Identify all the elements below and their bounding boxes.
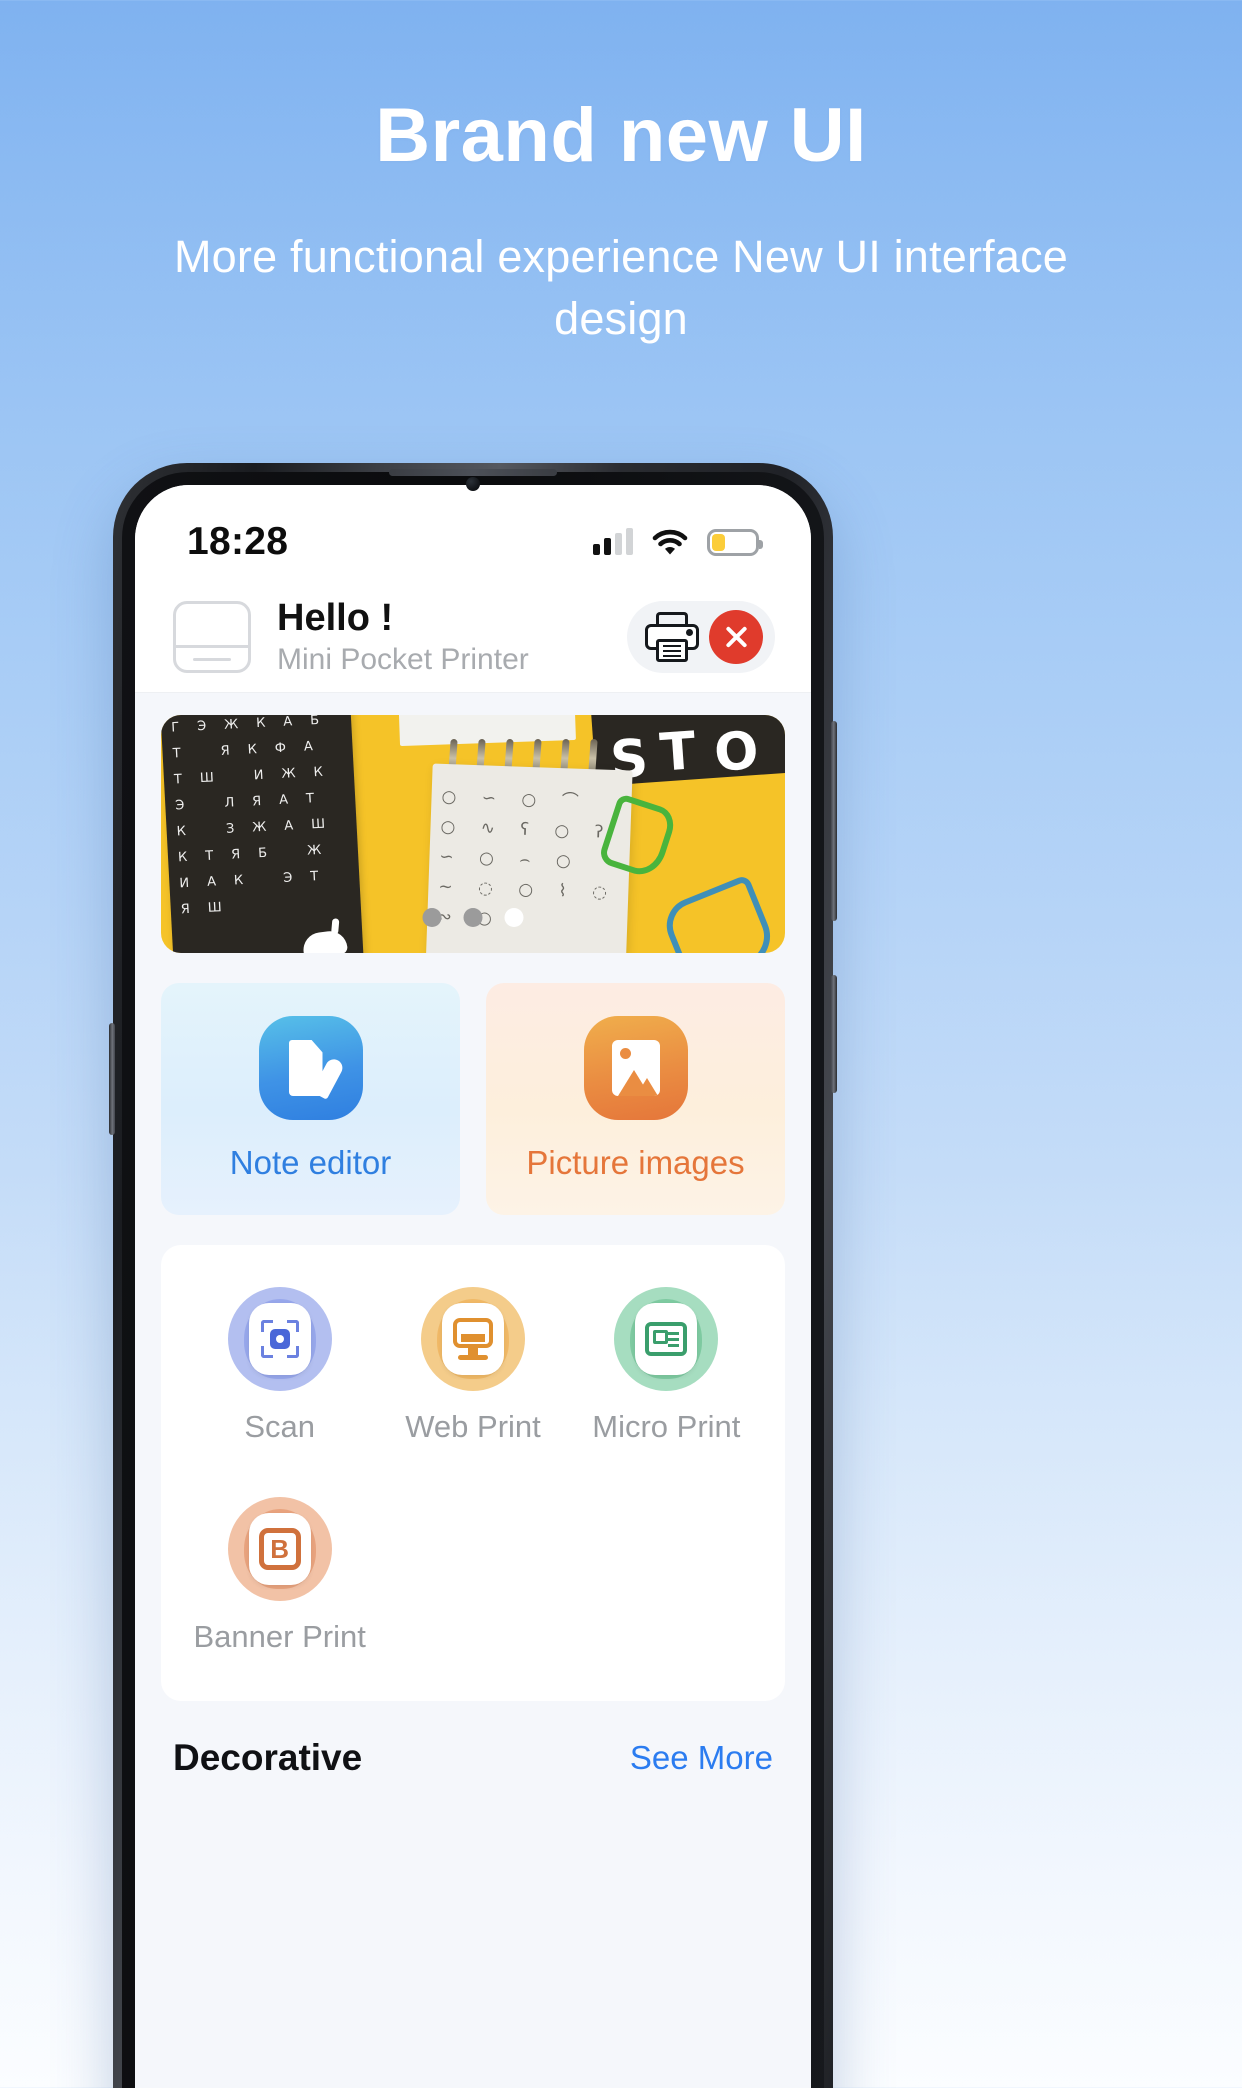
- status-time: 18:28: [187, 520, 289, 563]
- battery-icon: [707, 528, 763, 556]
- device-name: Mini Pocket Printer: [277, 643, 529, 677]
- signal-bars-icon: [593, 528, 633, 555]
- picture-images-label: Picture images: [526, 1144, 745, 1181]
- tools-card: Scan Web Print Micro Print B Banner Prin…: [161, 1245, 785, 1701]
- hero-banner[interactable]: ГЭЖКАБТ ЯКФАТШ ИЖКЭ ЛЯАТК ЗЖАШ КТЯБ ЖИАК…: [161, 715, 785, 953]
- micro-print-icon: [614, 1287, 719, 1391]
- header-text: Hello ! Mini Pocket Printer: [277, 596, 627, 678]
- printer-device-icon: [173, 600, 251, 673]
- web-print-label: Web Print: [405, 1409, 541, 1444]
- banner-print-icon: B: [227, 1497, 332, 1601]
- front-camera-icon: [466, 477, 480, 491]
- tool-scan[interactable]: Scan: [183, 1287, 376, 1445]
- phone-bezel: 18:28 Hello ! Mini Pocket Printer ГЭЖКАБ…: [122, 469, 824, 2088]
- app-header: Hello ! Mini Pocket Printer: [135, 581, 811, 693]
- tools-grid: Scan Web Print Micro Print B Banner Prin…: [183, 1287, 763, 1655]
- volume-button[interactable]: [831, 721, 837, 921]
- phone-mockup: 18:28 Hello ! Mini Pocket Printer ГЭЖКАБ…: [109, 463, 837, 2088]
- promo-header: Brand new UI More functional experience …: [0, 0, 1242, 350]
- hero-blue-paperclip: [658, 874, 780, 953]
- carousel-dot[interactable]: [422, 908, 442, 927]
- close-icon[interactable]: [709, 609, 763, 664]
- hero-black-notebook: ГЭЖКАБТ ЯКФАТШ ИЖКЭ ЛЯАТК ЗЖАШ КТЯБ ЖИАК…: [161, 715, 364, 953]
- decorative-title: Decorative: [173, 1737, 363, 1778]
- promo-title: Brand new UI: [375, 93, 867, 178]
- see-more-link[interactable]: See More: [630, 1739, 773, 1777]
- status-icons: [593, 528, 763, 556]
- left-side-button[interactable]: [109, 1023, 115, 1135]
- note-editor-card[interactable]: Note editor: [161, 983, 460, 1215]
- app-content: ГЭЖКАБТ ЯКФАТШ ИЖКЭ ЛЯАТК ЗЖАШ КТЯБ ЖИАК…: [135, 693, 811, 1779]
- printer-icon[interactable]: [645, 611, 699, 662]
- promo-subtitle: More functional experience New UI interf…: [173, 231, 1069, 345]
- web-print-icon: [420, 1287, 525, 1391]
- scan-icon: [227, 1287, 332, 1391]
- status-bar: 18:28: [135, 485, 811, 581]
- tool-web-print[interactable]: Web Print: [376, 1287, 569, 1445]
- carousel-dot[interactable]: [463, 908, 483, 927]
- picture-images-card[interactable]: Picture images: [486, 983, 785, 1215]
- tool-banner-print[interactable]: B Banner Print: [183, 1497, 376, 1655]
- feature-row: Note editor Picture images: [161, 983, 785, 1215]
- carousel-dot-active[interactable]: [504, 908, 524, 927]
- banner-print-label: Banner Print: [193, 1619, 366, 1654]
- power-button[interactable]: [831, 975, 837, 1093]
- greeting-title: Hello !: [277, 596, 394, 639]
- earpiece-icon: [389, 469, 557, 476]
- phone-screen: 18:28 Hello ! Mini Pocket Printer ГЭЖКАБ…: [135, 485, 811, 2088]
- micro-print-label: Micro Print: [592, 1409, 741, 1444]
- tool-micro-print[interactable]: Micro Print: [570, 1287, 763, 1445]
- wifi-icon: [652, 529, 688, 554]
- decorative-section-header: Decorative See More: [161, 1701, 785, 1779]
- header-actions: [627, 600, 775, 673]
- note-editor-label: Note editor: [229, 1144, 392, 1181]
- carousel-dots[interactable]: [422, 908, 524, 927]
- banner-b-glyph: B: [258, 1528, 301, 1570]
- picture-images-icon: [583, 1016, 688, 1120]
- scan-label: Scan: [244, 1409, 315, 1444]
- note-editor-icon: [258, 1016, 363, 1120]
